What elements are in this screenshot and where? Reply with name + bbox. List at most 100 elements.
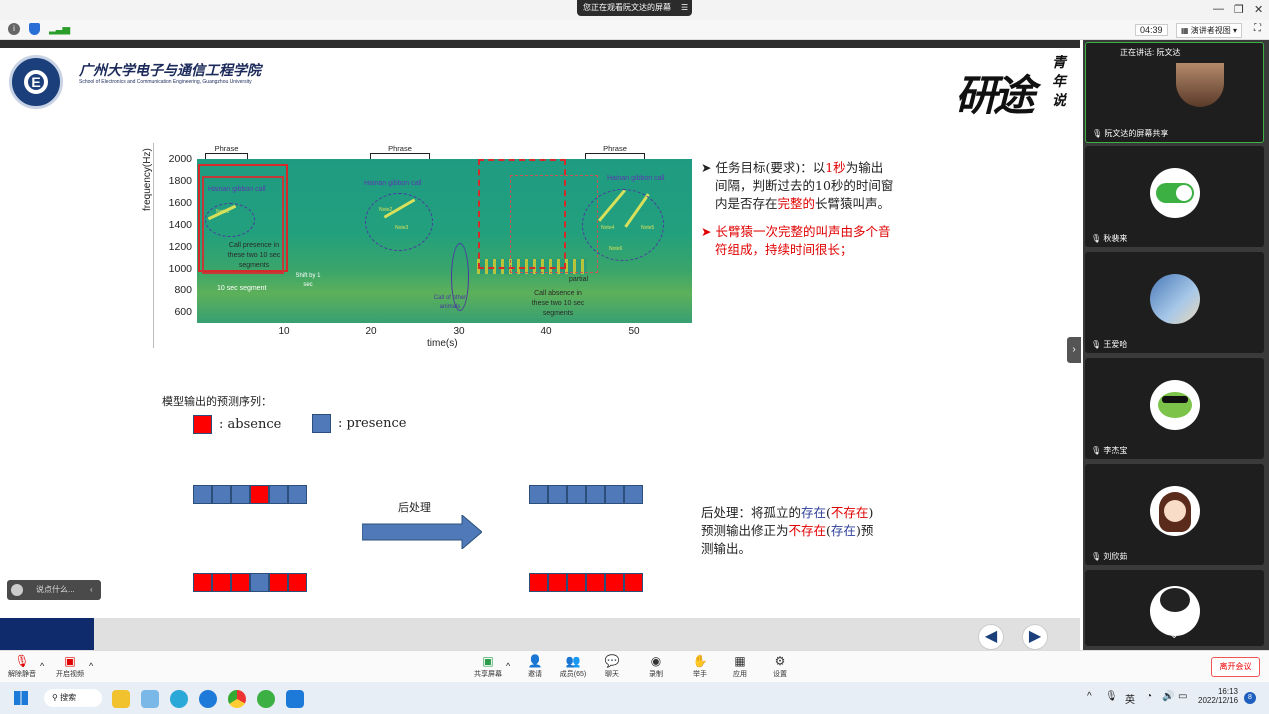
settings-button[interactable]: ⚙ 设置 <box>760 654 800 679</box>
next-slide-button[interactable]: ▶ <box>1022 624 1048 650</box>
view-mode-dropdown[interactable]: ▦ 演讲者视图 ▾ <box>1176 23 1243 38</box>
wechat-icon[interactable] <box>257 690 275 708</box>
os-taskbar: ⚲ 搜索 ^ 🎙 英 ◔ 🔊 ▭ 16:13 2022/12/16 8 <box>0 682 1269 714</box>
close-icon[interactable]: ✕ <box>1254 3 1263 16</box>
y-tick-label: 600 <box>174 306 192 319</box>
presence-cell <box>193 485 212 504</box>
restore-icon[interactable]: ❐ <box>1234 3 1244 16</box>
app-icon[interactable] <box>141 690 159 708</box>
video-options-icon[interactable]: ^ <box>89 661 93 671</box>
presence-cell <box>586 485 605 504</box>
meeting-app-icon[interactable] <box>286 690 304 708</box>
mic-icon: 🎙 <box>1092 129 1103 138</box>
presence-cell <box>567 485 586 504</box>
x-tick-label: 30 <box>453 326 465 337</box>
taskbar-search[interactable]: ⚲ 搜索 <box>44 689 102 707</box>
absence-cell <box>548 573 567 592</box>
windows-start-icon[interactable] <box>14 691 28 705</box>
task-description: ➤ 任务目标(要求)：以1秒为输出 间隔，判断过去的10秒的时间窗 内是否存在完… <box>701 160 894 257</box>
shield-icon[interactable] <box>29 23 40 35</box>
invite-button[interactable]: 👤 邀请 <box>515 654 555 679</box>
presence-cell <box>529 485 548 504</box>
apps-button[interactable]: ▦ 应用 <box>720 654 760 679</box>
file-explorer-icon[interactable] <box>112 690 130 708</box>
participant-tile[interactable]: 🎙 王爱哈 <box>1085 252 1264 353</box>
participant-tile[interactable]: 🎙 李杰宝 <box>1085 358 1264 459</box>
x-tick-label: 50 <box>628 326 640 337</box>
annotation: Hainan gibbon call <box>208 186 266 193</box>
prev-slide-button[interactable]: ◀ <box>978 624 1004 650</box>
x-tick-label: 40 <box>540 326 552 337</box>
avatar <box>1150 486 1200 536</box>
postprocess-description: 后处理：将孤立的存在(不存在) 预测输出修正为不存在(存在)预 测输出。 <box>701 505 874 556</box>
note-ellipse <box>205 203 255 237</box>
mic-icon: 🎙 <box>1091 552 1102 561</box>
emoji-icon[interactable] <box>11 584 23 596</box>
leave-meeting-button[interactable]: 离开会议 <box>1211 657 1260 677</box>
battery-icon[interactable]: ▭ <box>1178 691 1187 702</box>
hand-icon: ✋ <box>692 654 708 668</box>
chat-input[interactable]: 说点什么... ‹ <box>7 580 101 600</box>
tray-mic-icon[interactable]: 🎙 <box>1105 691 1118 702</box>
collapse-icon[interactable]: ‹ <box>90 580 93 600</box>
note-ellipse <box>365 193 433 251</box>
screen-share-banner[interactable]: 您正在观看阮文达的屏幕 ☰ <box>577 0 692 16</box>
participant-tile[interactable]: ⌄ <box>1085 570 1264 646</box>
record-icon: ◉ <box>650 654 662 668</box>
scroll-down-icon[interactable]: ⌄ <box>1170 630 1178 641</box>
annotation: Call absence in these two 10 sec segment… <box>531 290 585 317</box>
x-tick-label: 20 <box>365 326 377 337</box>
meeting-info-bar: i ▂▃▅ 04:39 ▦ 演讲者视图 ▾ ⛶ <box>0 20 1269 40</box>
tray-chevron-icon[interactable]: ^ <box>1087 691 1092 702</box>
raise-hand-button[interactable]: ✋ 举手 <box>680 654 720 679</box>
gear-icon: ⚙ <box>774 654 786 668</box>
phrase-bracket <box>205 153 248 159</box>
edge-icon[interactable] <box>199 690 217 708</box>
annotation: Call of other animals <box>433 295 467 310</box>
chrome-icon[interactable] <box>228 690 246 708</box>
chat-button[interactable]: 💬 聊天 <box>592 654 632 679</box>
browser-icon[interactable] <box>170 690 188 708</box>
avatar <box>1150 168 1200 218</box>
avatar <box>1150 380 1200 430</box>
signal-icon[interactable]: ▂▃▅ <box>49 24 70 35</box>
search-icon: ⚲ <box>52 693 58 702</box>
absence-cell <box>250 485 269 504</box>
invite-icon: 👤 <box>527 654 543 668</box>
members-button[interactable]: 👥 成员(65) <box>553 654 593 679</box>
window-title-bar: 您正在观看阮文达的屏幕 ☰ — ❐ ✕ <box>0 0 1269 20</box>
presence-cell <box>624 485 643 504</box>
phrase-label: Phrase <box>214 144 239 153</box>
participant-tile[interactable]: 正在讲话: 阮文达 🎙 阮文达的屏幕共享 <box>1085 42 1264 143</box>
minimize-icon[interactable]: — <box>1213 3 1224 15</box>
share-screen-button[interactable]: ▣ 共享屏幕 <box>468 654 508 679</box>
wifi-icon[interactable]: ◔ <box>1146 691 1152 702</box>
notification-badge[interactable]: 8 <box>1244 692 1256 704</box>
chat-icon: 💬 <box>604 654 620 668</box>
avatar <box>1150 274 1200 324</box>
university-logo: E <box>9 55 63 109</box>
video-button[interactable]: ▣ 开启视频 <box>50 654 90 679</box>
mute-button[interactable]: 🎙 解除静音 <box>2 654 42 679</box>
absence-cell <box>605 573 624 592</box>
annotation: Note5 <box>641 225 655 231</box>
avatar <box>1176 63 1224 107</box>
panel-toggle-button[interactable]: › <box>1067 337 1081 363</box>
presence-cell <box>605 485 624 504</box>
phrase-label: Phrase <box>603 144 627 153</box>
annotation: Note6 <box>609 246 623 252</box>
volume-icon[interactable]: 🔊 <box>1162 691 1174 702</box>
input-language[interactable]: 英 <box>1125 691 1135 706</box>
clock[interactable]: 16:13 2022/12/16 <box>1198 687 1238 705</box>
audio-options-icon[interactable]: ^ <box>40 661 44 671</box>
info-icon[interactable]: i <box>8 23 20 35</box>
absence-cell <box>231 573 250 592</box>
share-options-icon[interactable]: ^ <box>506 661 510 671</box>
absence-swatch <box>193 415 212 434</box>
apps-icon: ▦ <box>734 654 746 668</box>
share-border <box>0 40 1080 48</box>
participant-tile[interactable]: 🎙 秋裴来 <box>1085 146 1264 247</box>
participant-tile[interactable]: 🎙 刘欣茹 <box>1085 464 1264 565</box>
fullscreen-icon[interactable]: ⛶ <box>1254 23 1261 34</box>
record-button[interactable]: ◉ 录制 <box>636 654 676 679</box>
